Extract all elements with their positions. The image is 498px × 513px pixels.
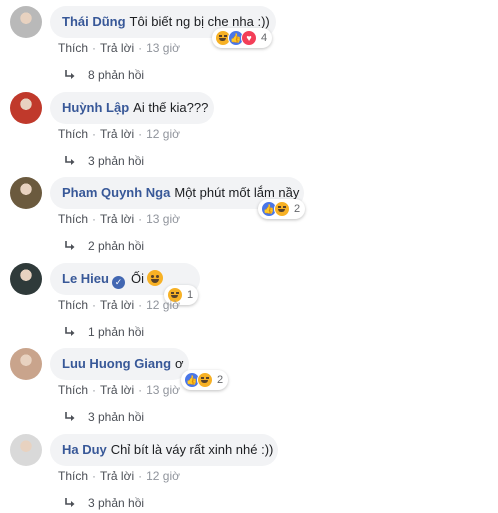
replies-count-label: 3 phản hồi [88,154,145,168]
like-link[interactable]: Thích [58,469,88,483]
haha-reaction-icon [197,372,213,388]
avatar[interactable] [10,92,42,124]
reply-link[interactable]: Trả lời [100,212,134,226]
reply-arrow-icon [65,241,75,250]
comment-item: Huỳnh Lập Ai thế kia??? Thích · Trả lời · 12 g… [0,86,498,172]
avatar[interactable] [10,6,42,38]
reaction-count: 2 [217,374,224,386]
comment-bubble: Ha Duy Chỉ bít là váy rất xinh nhé :)) [50,434,278,466]
view-replies-link[interactable]: 3 phản hồi [64,154,144,168]
reply-arrow-icon [65,498,75,507]
separator-dot: · [92,383,97,397]
view-replies-link[interactable]: 3 phản hồi [64,496,144,510]
replies-count-label: 8 phản hồi [88,68,145,82]
comment-timestamp[interactable]: 13 giờ [146,212,180,226]
avatar[interactable] [10,263,42,295]
replies-count-label: 3 phản hồi [88,496,145,510]
reactions-summary[interactable]: 👍 2 [258,199,306,219]
separator-dot: · [92,469,97,483]
comment-timestamp[interactable]: 12 giờ [146,127,180,141]
reply-link[interactable]: Trả lời [100,469,134,483]
reaction-count: 2 [294,203,301,215]
comment-author-link[interactable]: Thái Dũng [62,14,126,29]
like-link[interactable]: Thích [58,298,88,312]
laughing-emoji-icon [146,270,163,286]
reply-link[interactable]: Trả lời [100,383,134,397]
comment-text: Ối [130,271,144,286]
reply-arrow-icon [65,156,75,165]
reply-link[interactable]: Trả lời [100,298,134,312]
comment-actions: Thích · Trả lời · 13 giờ [58,212,180,226]
love-reaction-icon: ♥ [241,30,257,46]
separator-dot: · [138,298,143,312]
comment-item: Thái Dũng Tôi biết ng bị che nha :)) 👍 ♥ 4 Th… [0,0,498,86]
comment-timestamp[interactable]: 13 giờ [146,41,180,55]
separator-dot: · [138,41,143,55]
haha-reaction-icon [274,201,290,217]
reply-link[interactable]: Trả lời [100,41,134,55]
separator-dot: · [138,469,143,483]
comment-bubble: Huỳnh Lập Ai thế kia??? [50,92,214,124]
avatar[interactable] [10,348,42,380]
like-link[interactable]: Thích [58,212,88,226]
reactions-summary[interactable]: 👍 ♥ 4 [212,28,273,48]
view-replies-link[interactable]: 1 phản hồi [64,325,144,339]
view-replies-link[interactable]: 8 phản hồi [64,68,144,82]
comment-actions: Thích · Trả lời · 13 giờ [58,41,180,55]
avatar[interactable] [10,177,42,209]
comment-author-link[interactable]: Huỳnh Lập [62,100,129,115]
comment-item: Pham Quynh Nga Một phút mốt lắm nầy 👍 2 Thíc… [0,171,498,257]
replies-count-label: 2 phản hồi [88,239,145,253]
view-replies-link[interactable]: 3 phản hồi [64,410,144,424]
comment-timestamp[interactable]: 12 giờ [146,298,180,312]
comment-actions: Thích · Trả lời · 13 giờ [58,383,180,397]
reaction-count: 1 [187,289,194,301]
separator-dot: · [92,127,97,141]
comment-text: Tôi biết ng bị che nha :)) [129,14,270,29]
avatar[interactable] [10,434,42,466]
reply-arrow-icon [65,327,75,336]
like-link[interactable]: Thích [58,127,88,141]
separator-dot: · [92,212,97,226]
reactions-summary[interactable]: 👍 2 [181,370,229,390]
replies-count-label: 1 phản hồi [88,325,145,339]
separator-dot: · [138,212,143,226]
comment-actions: Thích · Trả lời · 12 giờ [58,469,180,483]
comment-timestamp[interactable]: 12 giờ [146,469,180,483]
comment-author-link[interactable]: Pham Quynh Nga [62,185,170,200]
comment-actions: Thích · Trả lời · 12 giờ [58,298,180,312]
comment-item: Ha Duy Chỉ bít là váy rất xinh nhé :)) Thí… [0,428,498,513]
verified-badge-icon: ✓ [111,276,125,289]
replies-count-label: 3 phản hồi [88,410,145,424]
separator-dot: · [138,127,143,141]
comment-text: Chỉ bít là váy rất xinh nhé :)) [110,442,274,457]
view-replies-link[interactable]: 2 phản hồi [64,239,144,253]
separator-dot: · [92,41,97,55]
separator-dot: · [138,383,143,397]
reply-arrow-icon [65,70,75,79]
comment-author-link[interactable]: Luu Huong Giang [62,356,171,371]
separator-dot: · [92,298,97,312]
comment-author-link[interactable]: Le Hieu [62,271,109,286]
reaction-count: 4 [261,32,268,44]
like-link[interactable]: Thích [58,383,88,397]
comment-item: Luu Huong Giang ơ 👍 2 Thích · Trả lời · 13 giờ 3 … [0,342,498,428]
comment-timestamp[interactable]: 13 giờ [146,383,180,397]
reply-arrow-icon [65,412,75,421]
comment-author-link[interactable]: Ha Duy [62,442,107,457]
comment-actions: Thích · Trả lời · 12 giờ [58,127,180,141]
reply-link[interactable]: Trả lời [100,127,134,141]
comment-item: Le Hieu ✓ Ối 1 Thích · Trả lời · 12 giờ 1 phản hồ… [0,257,498,343]
comment-text: Ai thế kia??? [133,100,209,115]
like-link[interactable]: Thích [58,41,88,55]
comment-bubble: Luu Huong Giang ơ [50,348,189,380]
comment-text: ơ [175,356,184,371]
comment-text: Một phút mốt lắm nầy [174,185,300,200]
